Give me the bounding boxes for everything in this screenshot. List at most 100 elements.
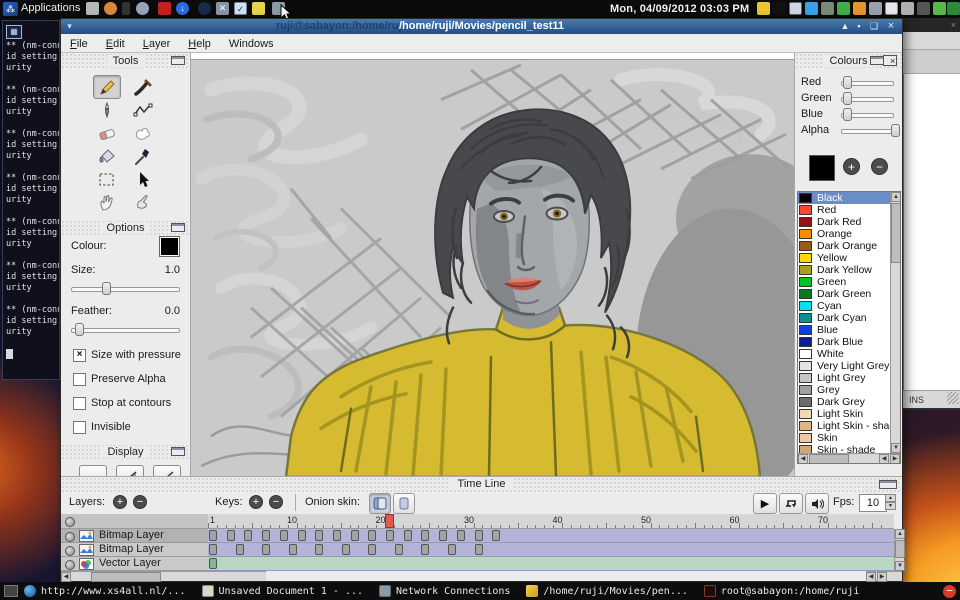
edit-icon[interactable] [901, 2, 914, 15]
task-network[interactable]: Network Connections [379, 585, 510, 597]
palette-swatch[interactable] [799, 325, 812, 335]
gedit-window[interactable]: × INS [903, 18, 960, 410]
keyframe[interactable] [298, 530, 306, 541]
sound-button[interactable] [805, 493, 829, 514]
palette-swatch[interactable] [799, 265, 812, 275]
blue-slider[interactable] [841, 108, 894, 121]
canvas-area[interactable] [191, 53, 794, 476]
red-slider[interactable] [841, 76, 894, 89]
remove-colour-button[interactable]: − [871, 158, 888, 175]
keyframe[interactable] [386, 530, 394, 541]
palette-colour-blue[interactable]: Blue [798, 324, 900, 336]
fps-input[interactable]: 10 [859, 494, 887, 512]
checkbox-unchecked[interactable] [73, 421, 86, 434]
fps-up-button[interactable]: ▲ [885, 494, 896, 502]
palette-colour-dark-yellow[interactable]: Dark Yellow [798, 264, 900, 276]
palette-swatch[interactable] [799, 217, 812, 227]
palette-colour-orange[interactable]: Orange [798, 228, 900, 240]
polyline-tool-icon[interactable] [129, 98, 157, 122]
leaf-icon[interactable] [947, 2, 960, 15]
brush-tool-icon[interactable] [129, 75, 157, 99]
palette-swatch[interactable] [799, 349, 812, 359]
palette-swatch[interactable] [799, 337, 812, 347]
loop-button[interactable] [779, 493, 803, 514]
palette-colour-skin[interactable]: Skin [798, 432, 900, 444]
palette-swatch[interactable] [799, 193, 812, 203]
palette-colour-grey[interactable]: Grey [798, 384, 900, 396]
tray-clipboard-icon[interactable] [789, 2, 802, 15]
tools-icon[interactable]: ✕ [216, 2, 229, 15]
palette-swatch[interactable] [799, 205, 812, 215]
add-layer-button[interactable]: + [113, 495, 127, 509]
current-frame-marker[interactable] [385, 514, 394, 528]
task-gedit[interactable]: Unsaved Document 1 - ... [202, 585, 364, 597]
palette-colour-light-skin-shade[interactable]: Light Skin - shade [798, 420, 900, 432]
add-colour-button[interactable]: + [843, 158, 860, 175]
eyedropper-tool-icon[interactable] [129, 144, 157, 168]
keyframe[interactable] [280, 530, 288, 541]
keyframe[interactable] [209, 544, 217, 555]
keyframe[interactable] [351, 530, 359, 541]
palette-colour-black[interactable]: Black [798, 192, 900, 204]
screenshot-icon[interactable] [272, 2, 285, 15]
timeline-vscrollbar[interactable]: ▲ ▼ [894, 529, 904, 571]
bitmap-track[interactable] [208, 529, 894, 543]
keyframe[interactable] [395, 544, 403, 555]
checkbox-unchecked[interactable] [73, 397, 86, 410]
gedit-resize-grip[interactable] [947, 392, 959, 404]
palette-swatch[interactable] [799, 397, 812, 407]
tray-note-icon[interactable] [757, 2, 770, 15]
checkbox-unchecked[interactable] [73, 373, 86, 386]
bitmap-track[interactable] [208, 543, 894, 557]
mail-icon[interactable] [885, 2, 898, 15]
timeline-float-icon[interactable] [879, 480, 897, 489]
keyframe[interactable] [262, 530, 270, 541]
shield-icon[interactable] [853, 2, 866, 15]
keyframe[interactable] [315, 530, 323, 541]
palette-colour-red[interactable]: Red [798, 204, 900, 216]
palette-colour-dark-orange[interactable]: Dark Orange [798, 240, 900, 252]
minimize-button[interactable]: ▪ [852, 19, 866, 33]
palette-swatch[interactable] [799, 313, 812, 323]
palette-colour-dark-cyan[interactable]: Dark Cyan [798, 312, 900, 324]
globe-icon[interactable] [198, 2, 211, 15]
gedit-document[interactable] [903, 74, 960, 390]
keyframe[interactable] [421, 544, 429, 555]
palette-swatch[interactable] [799, 253, 812, 263]
battery-icon[interactable] [933, 2, 946, 15]
all-layers-toggle[interactable] [65, 517, 75, 527]
pencil-tool-icon[interactable] [93, 75, 121, 99]
sticky-note-icon[interactable] [252, 2, 265, 15]
keyframe[interactable] [492, 530, 500, 541]
terminal-menu-icon[interactable]: ▦ [6, 25, 22, 39]
onion-prev-button[interactable] [369, 493, 391, 514]
palette-colour-dark-grey[interactable]: Dark Grey [798, 396, 900, 408]
layer-row[interactable]: Vector Layer [61, 557, 208, 571]
sync-icon[interactable] [805, 2, 818, 15]
display-float-icon[interactable] [171, 447, 185, 456]
keyframe[interactable] [236, 544, 244, 555]
palette-colour-white[interactable]: White [798, 348, 900, 360]
layer-visibility-toggle[interactable] [65, 546, 75, 556]
hand-tool-icon[interactable] [93, 190, 121, 214]
palette-colour-dark-green[interactable]: Dark Green [798, 288, 900, 300]
task-terminal[interactable]: root@sabayon:/home/ruji [704, 585, 859, 597]
tools-float-icon[interactable] [171, 56, 185, 65]
keyframe[interactable] [368, 544, 376, 555]
updates-ok-icon[interactable] [837, 2, 850, 15]
search-icon[interactable] [136, 2, 149, 15]
current-colour-swatch[interactable] [809, 155, 835, 181]
shell-icon[interactable] [104, 2, 117, 15]
shade-button[interactable]: ▲ [838, 19, 852, 33]
remove-applet-icon[interactable]: − [943, 585, 956, 598]
keyframe[interactable] [404, 530, 412, 541]
colours-float-icon[interactable] [870, 56, 884, 65]
applications-menu[interactable]: Applications [21, 2, 80, 14]
palette-colour-light-skin[interactable]: Light Skin [798, 408, 900, 420]
palette-hscrollbar[interactable]: ◀ ◀ ▶ [798, 453, 900, 463]
timeline-hscrollbar[interactable]: ◀ [61, 571, 266, 581]
options-float-icon[interactable] [171, 223, 185, 232]
palette-colour-very-light-grey[interactable]: Very Light Grey [798, 360, 900, 372]
palette-swatch[interactable] [799, 277, 812, 287]
maximize-button[interactable]: ❏ [867, 19, 881, 33]
